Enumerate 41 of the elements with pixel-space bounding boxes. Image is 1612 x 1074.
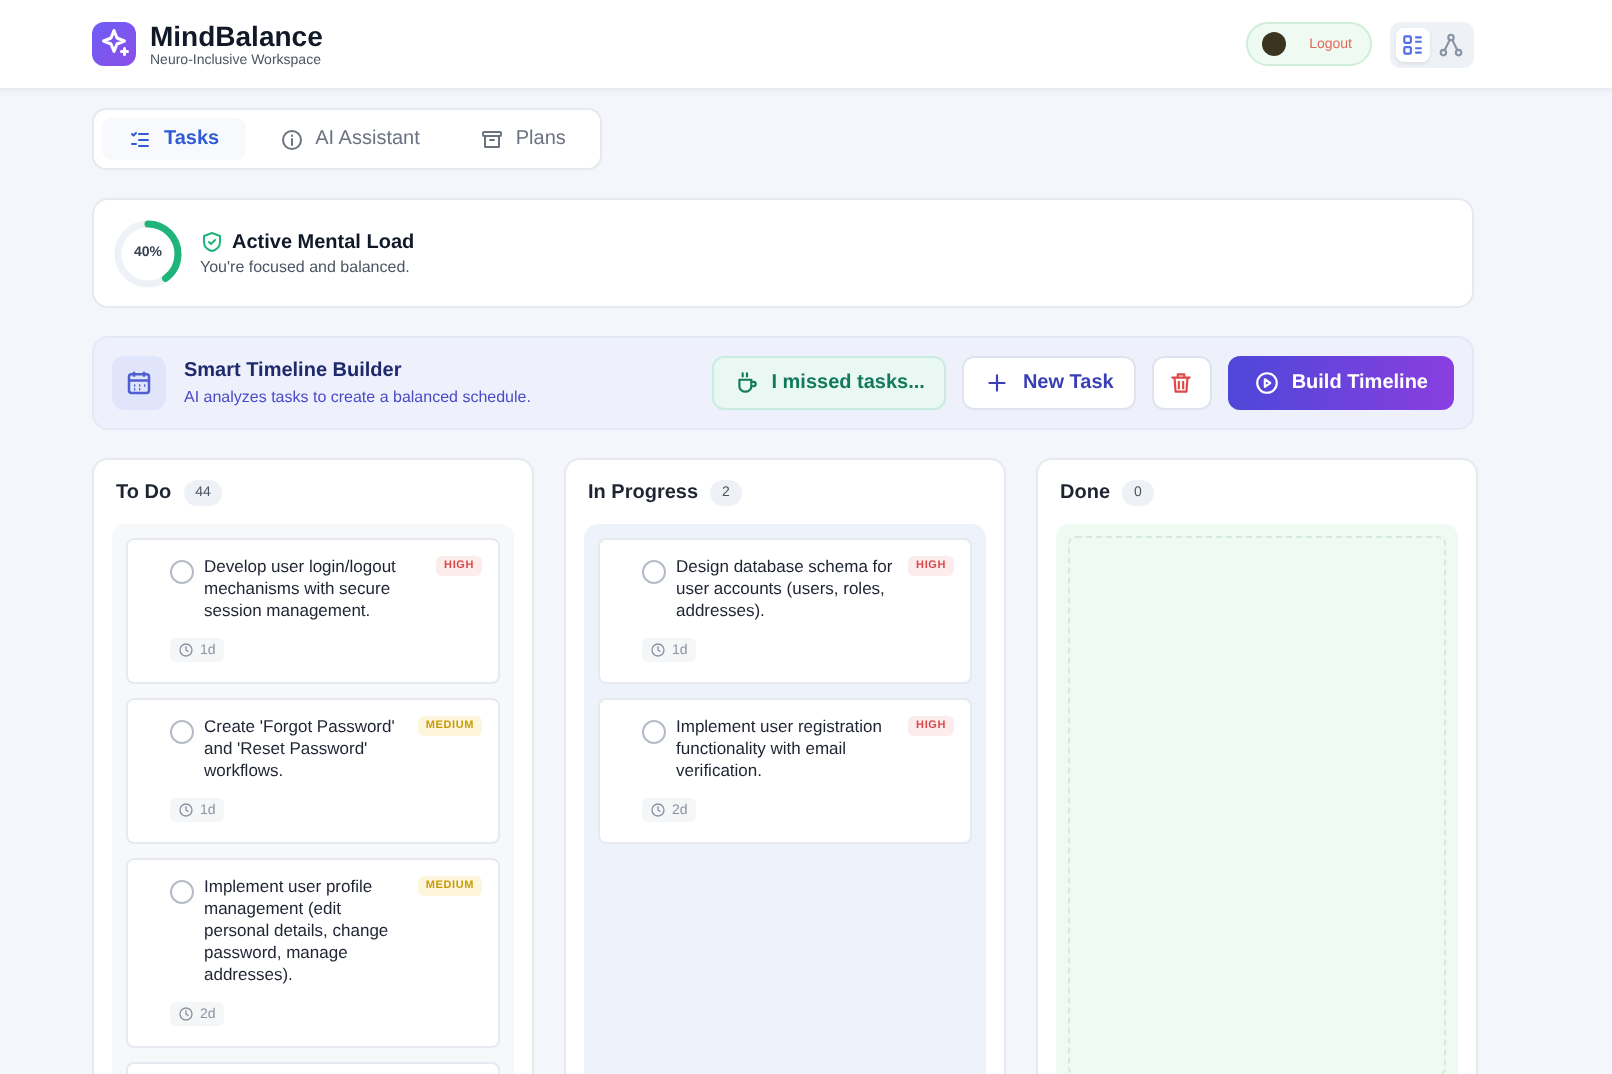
- column-title: Done: [1060, 481, 1110, 503]
- checklist-icon: [128, 127, 152, 151]
- trash-icon: [1168, 370, 1195, 396]
- grid-list-icon[interactable]: [1396, 27, 1430, 61]
- clock-icon: [650, 642, 666, 658]
- new-task-button[interactable]: New Task: [962, 356, 1136, 410]
- timeline-title: Smart Timeline Builder: [184, 360, 404, 382]
- clock-icon: [178, 1006, 194, 1022]
- load-title: Active Mental Load: [232, 231, 415, 253]
- task-title: Implement user profile management (edit personal details, change password, manage addresses).: [204, 876, 391, 986]
- task-title: Implement user registration functionality with email verification.: [676, 716, 884, 782]
- clock-icon: [178, 802, 194, 818]
- cup-icon: [733, 370, 760, 396]
- task-checkbox[interactable]: [642, 720, 666, 744]
- column-title: To Do: [116, 481, 172, 503]
- task-title: Design database schema for user accounts (users, roles, addresses).: [676, 556, 895, 622]
- task-title: Create 'Forgot Password' and 'Reset Password' workflows.: [204, 716, 397, 782]
- build-timeline-button[interactable]: Build Timeline: [1227, 356, 1454, 410]
- clock-icon: [178, 642, 194, 658]
- shield-check-icon: [200, 230, 224, 254]
- task-checkbox[interactable]: [170, 880, 194, 904]
- task-checkbox[interactable]: [170, 720, 194, 744]
- calendar-icon: [112, 356, 166, 410]
- avatar-icon: [1261, 32, 1286, 56]
- archive-box-icon: [479, 127, 504, 151]
- column-title: In Progress: [588, 481, 699, 503]
- timeline-subtitle: AI analyzes tasks to create a balanced schedule.: [184, 388, 533, 406]
- plus-icon: [984, 370, 1011, 396]
- load-message: You're focused and balanced.: [200, 258, 412, 276]
- task-checkbox[interactable]: [170, 560, 194, 584]
- task-title: Develop user login/logout mechanisms with secure session management.: [204, 556, 398, 622]
- tab[interactable]: Plans: [453, 118, 592, 160]
- play-icon: [1253, 370, 1280, 396]
- info-icon: [279, 127, 304, 151]
- tab[interactable]: Tasks: [102, 118, 246, 160]
- delete-button[interactable]: [1151, 356, 1212, 410]
- clock-icon: [650, 802, 666, 818]
- tab[interactable]: AI Assistant: [253, 118, 446, 160]
- missed-tasks-button[interactable]: I missed tasks...: [711, 356, 947, 410]
- app-name: MindBalance: [150, 20, 323, 52]
- task-checkbox[interactable]: [642, 560, 666, 584]
